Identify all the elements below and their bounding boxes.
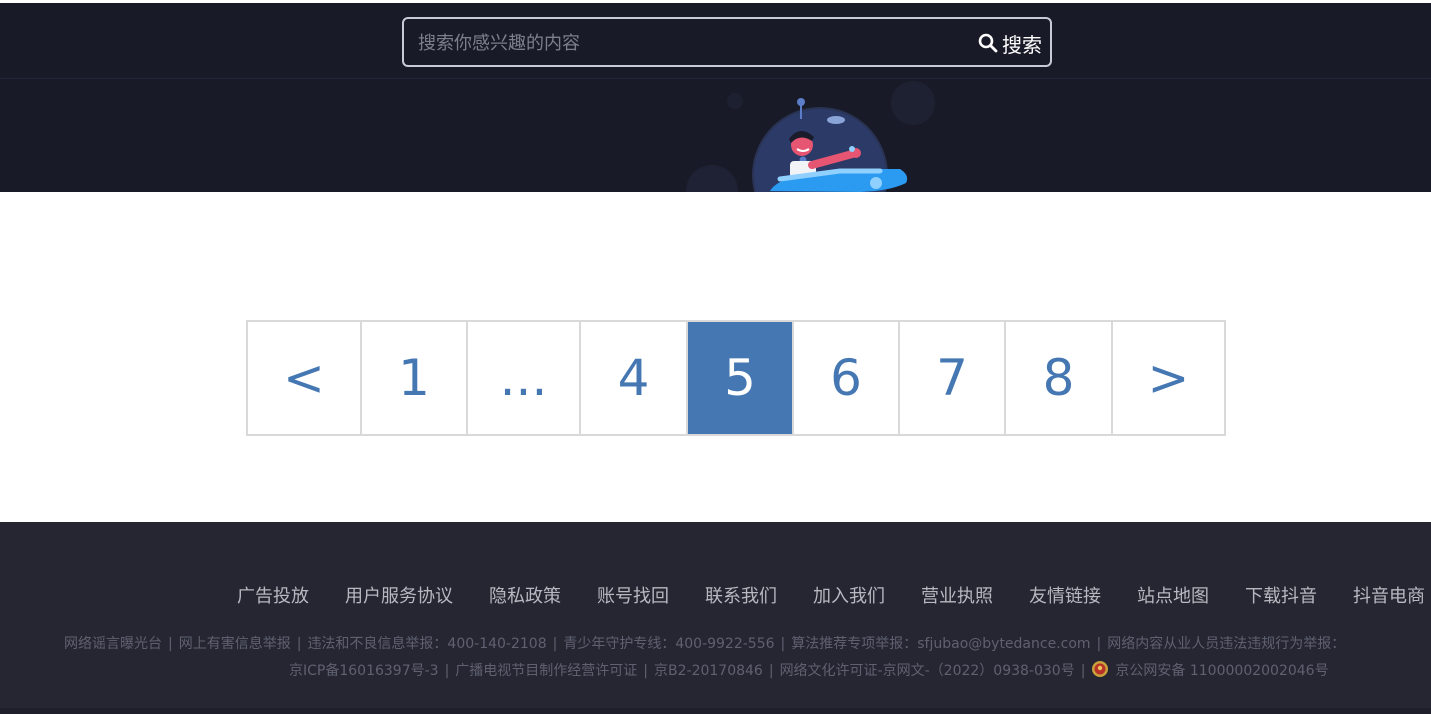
footer-info-illegal-report: 违法和不良信息举报：400-140-2108 [307,636,547,652]
police-emblem-icon [1091,660,1109,678]
search-button[interactable]: 搜索 [978,27,1042,59]
footer-link-account-recovery[interactable]: 账号找回 [597,582,669,608]
footer-link-join-us[interactable]: 加入我们 [813,582,885,608]
footer-link-ecommerce[interactable]: 抖音电商 [1353,582,1425,608]
pagination-page-6[interactable]: 6 [794,322,900,434]
footer-info-icp[interactable]: 京ICP备16016397号-3 [289,660,439,680]
footer-links: 广告投放 用户服务协议 隐私政策 账号找回 联系我们 加入我们 营业执照 友情链… [237,582,1425,608]
footer-info-algorithm-report: 算法推荐专项举报：sfjubao@bytedance.com [791,636,1091,652]
footer-link-friend-links[interactable]: 友情链接 [1029,582,1101,608]
footer-link-user-agreement[interactable]: 用户服务协议 [345,582,453,608]
footer-link-download[interactable]: 下载抖音 [1245,582,1317,608]
footer-info-broadcast-license[interactable]: 广播电视节目制作经营许可证 [455,660,637,680]
pagination-page-5-current[interactable]: 5 [688,322,794,434]
footer-info-b2[interactable]: 京B2-20170846 [654,660,763,680]
pagination-page-8[interactable]: 8 [1006,322,1113,434]
astronaut-on-spaceship-illustration [686,81,935,192]
search-box: 搜索 [402,17,1052,67]
search-input[interactable] [418,29,958,57]
footer-info-youth-hotline: 青少年守护专线：400-9922-556 [563,636,775,652]
pagination-page-4[interactable]: 4 [581,322,688,434]
footer-info-rumor[interactable]: 网络谣言曝光台 [64,633,162,653]
pagination-next-button[interactable]: > [1113,322,1224,434]
pagination-prev-button[interactable]: < [248,322,362,434]
banner [0,79,1431,192]
footer-info-harmful-report[interactable]: 网上有害信息举报 [179,633,291,653]
footer: 广告投放 用户服务协议 隐私政策 账号找回 联系我们 加入我们 营业执照 友情链… [0,522,1431,714]
search-button-label: 搜索 [1002,32,1042,57]
footer-info-line-2: 京ICP备16016397号-3 | 广播电视节目制作经营许可证 | 京B2-20170… [289,660,1329,680]
footer-info-culture-license[interactable]: 网络文化许可证-京网文-（2022）0938-030号 [780,660,1075,680]
pagination-page-7[interactable]: 7 [900,322,1006,434]
footer-link-ads[interactable]: 广告投放 [237,582,309,608]
footer-info-public-security[interactable]: 京公网安备 11000002002046号 [1115,660,1328,680]
search-icon [978,33,998,53]
footer-info-line-1: 网络谣言曝光台 | 网上有害信息举报 | 违法和不良信息举报：400-140-2108 |… [64,633,1345,653]
pagination: < 1 ... 4 5 6 7 8 > [246,320,1226,436]
footer-link-privacy[interactable]: 隐私政策 [489,582,561,608]
pagination-ellipsis: ... [468,322,581,434]
footer-link-business-license[interactable]: 营业执照 [921,582,993,608]
footer-link-contact[interactable]: 联系我们 [705,582,777,608]
top-bar: 搜索 [0,0,1431,79]
footer-info-content-worker-report: 网络内容从业人员违法违规行为举报： [1107,636,1346,652]
pagination-page-1[interactable]: 1 [362,322,468,434]
footer-link-sitemap[interactable]: 站点地图 [1137,582,1209,608]
